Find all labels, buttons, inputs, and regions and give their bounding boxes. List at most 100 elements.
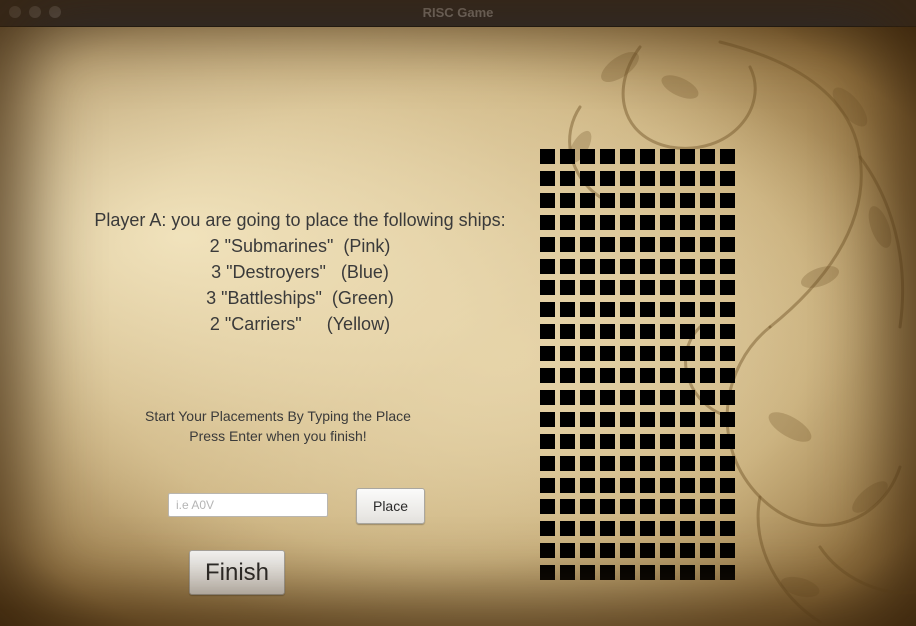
board-cell-r18-c4[interactable] xyxy=(620,543,635,558)
board-cell-r7-c7[interactable] xyxy=(680,302,695,317)
board-cell-r13-c9[interactable] xyxy=(720,434,735,449)
board-cell-r4-c3[interactable] xyxy=(600,237,615,252)
board-cell-r1-c8[interactable] xyxy=(700,171,715,186)
board-cell-r9-c9[interactable] xyxy=(720,346,735,361)
board-cell-r8-c1[interactable] xyxy=(560,324,575,339)
board-cell-r7-c3[interactable] xyxy=(600,302,615,317)
board-cell-r17-c1[interactable] xyxy=(560,521,575,536)
board-cell-r8-c6[interactable] xyxy=(660,324,675,339)
board-cell-r19-c0[interactable] xyxy=(540,565,555,580)
board-cell-r19-c4[interactable] xyxy=(620,565,635,580)
board-cell-r5-c1[interactable] xyxy=(560,259,575,274)
board-cell-r1-c3[interactable] xyxy=(600,171,615,186)
board-cell-r3-c5[interactable] xyxy=(640,215,655,230)
board-cell-r5-c2[interactable] xyxy=(580,259,595,274)
board-cell-r15-c2[interactable] xyxy=(580,478,595,493)
board-cell-r12-c9[interactable] xyxy=(720,412,735,427)
board-cell-r10-c6[interactable] xyxy=(660,368,675,383)
board-cell-r17-c0[interactable] xyxy=(540,521,555,536)
board-cell-r17-c7[interactable] xyxy=(680,521,695,536)
board-cell-r13-c0[interactable] xyxy=(540,434,555,449)
board-cell-r2-c1[interactable] xyxy=(560,193,575,208)
board-cell-r1-c9[interactable] xyxy=(720,171,735,186)
board-cell-r3-c6[interactable] xyxy=(660,215,675,230)
board-cell-r15-c4[interactable] xyxy=(620,478,635,493)
board-cell-r15-c8[interactable] xyxy=(700,478,715,493)
board-cell-r16-c7[interactable] xyxy=(680,499,695,514)
board-cell-r10-c4[interactable] xyxy=(620,368,635,383)
board-cell-r7-c4[interactable] xyxy=(620,302,635,317)
board-cell-r13-c5[interactable] xyxy=(640,434,655,449)
board-cell-r19-c7[interactable] xyxy=(680,565,695,580)
board-cell-r3-c8[interactable] xyxy=(700,215,715,230)
board-cell-r10-c0[interactable] xyxy=(540,368,555,383)
board-cell-r13-c6[interactable] xyxy=(660,434,675,449)
board-cell-r11-c0[interactable] xyxy=(540,390,555,405)
board-cell-r0-c7[interactable] xyxy=(680,149,695,164)
board-cell-r0-c6[interactable] xyxy=(660,149,675,164)
board-cell-r1-c7[interactable] xyxy=(680,171,695,186)
board-cell-r9-c4[interactable] xyxy=(620,346,635,361)
board-cell-r10-c9[interactable] xyxy=(720,368,735,383)
board-cell-r16-c1[interactable] xyxy=(560,499,575,514)
board-cell-r19-c5[interactable] xyxy=(640,565,655,580)
board-cell-r10-c7[interactable] xyxy=(680,368,695,383)
board-cell-r5-c7[interactable] xyxy=(680,259,695,274)
board-cell-r7-c2[interactable] xyxy=(580,302,595,317)
board-cell-r7-c9[interactable] xyxy=(720,302,735,317)
board-cell-r14-c1[interactable] xyxy=(560,456,575,471)
board-cell-r9-c7[interactable] xyxy=(680,346,695,361)
finish-button[interactable]: Finish xyxy=(189,550,285,595)
board-cell-r17-c3[interactable] xyxy=(600,521,615,536)
board-cell-r6-c2[interactable] xyxy=(580,280,595,295)
board-cell-r19-c2[interactable] xyxy=(580,565,595,580)
board-cell-r18-c2[interactable] xyxy=(580,543,595,558)
board-cell-r17-c2[interactable] xyxy=(580,521,595,536)
board-cell-r8-c8[interactable] xyxy=(700,324,715,339)
board-cell-r9-c3[interactable] xyxy=(600,346,615,361)
board-cell-r16-c9[interactable] xyxy=(720,499,735,514)
board-cell-r6-c0[interactable] xyxy=(540,280,555,295)
board-cell-r11-c4[interactable] xyxy=(620,390,635,405)
board-cell-r8-c9[interactable] xyxy=(720,324,735,339)
board-cell-r16-c5[interactable] xyxy=(640,499,655,514)
board-cell-r18-c3[interactable] xyxy=(600,543,615,558)
board-cell-r4-c0[interactable] xyxy=(540,237,555,252)
board-cell-r3-c0[interactable] xyxy=(540,215,555,230)
board-cell-r14-c3[interactable] xyxy=(600,456,615,471)
board-cell-r16-c6[interactable] xyxy=(660,499,675,514)
board-cell-r12-c4[interactable] xyxy=(620,412,635,427)
board-cell-r11-c9[interactable] xyxy=(720,390,735,405)
board-cell-r8-c4[interactable] xyxy=(620,324,635,339)
board-cell-r9-c1[interactable] xyxy=(560,346,575,361)
board-cell-r8-c2[interactable] xyxy=(580,324,595,339)
board-cell-r5-c9[interactable] xyxy=(720,259,735,274)
board-cell-r5-c3[interactable] xyxy=(600,259,615,274)
board-cell-r1-c4[interactable] xyxy=(620,171,635,186)
board-cell-r6-c7[interactable] xyxy=(680,280,695,295)
board-cell-r10-c3[interactable] xyxy=(600,368,615,383)
board-cell-r11-c8[interactable] xyxy=(700,390,715,405)
board-cell-r0-c4[interactable] xyxy=(620,149,635,164)
board-cell-r4-c4[interactable] xyxy=(620,237,635,252)
board-cell-r2-c8[interactable] xyxy=(700,193,715,208)
board-cell-r13-c7[interactable] xyxy=(680,434,695,449)
board-cell-r0-c2[interactable] xyxy=(580,149,595,164)
board-cell-r14-c9[interactable] xyxy=(720,456,735,471)
board-cell-r13-c1[interactable] xyxy=(560,434,575,449)
board-cell-r7-c1[interactable] xyxy=(560,302,575,317)
board-cell-r1-c6[interactable] xyxy=(660,171,675,186)
board-cell-r3-c3[interactable] xyxy=(600,215,615,230)
board-cell-r13-c8[interactable] xyxy=(700,434,715,449)
board-cell-r4-c5[interactable] xyxy=(640,237,655,252)
board-cell-r7-c5[interactable] xyxy=(640,302,655,317)
board-cell-r4-c2[interactable] xyxy=(580,237,595,252)
board-cell-r14-c4[interactable] xyxy=(620,456,635,471)
board-cell-r16-c8[interactable] xyxy=(700,499,715,514)
board-cell-r0-c8[interactable] xyxy=(700,149,715,164)
board-cell-r4-c9[interactable] xyxy=(720,237,735,252)
board-cell-r11-c6[interactable] xyxy=(660,390,675,405)
board-cell-r16-c2[interactable] xyxy=(580,499,595,514)
board-cell-r5-c8[interactable] xyxy=(700,259,715,274)
board-cell-r15-c1[interactable] xyxy=(560,478,575,493)
